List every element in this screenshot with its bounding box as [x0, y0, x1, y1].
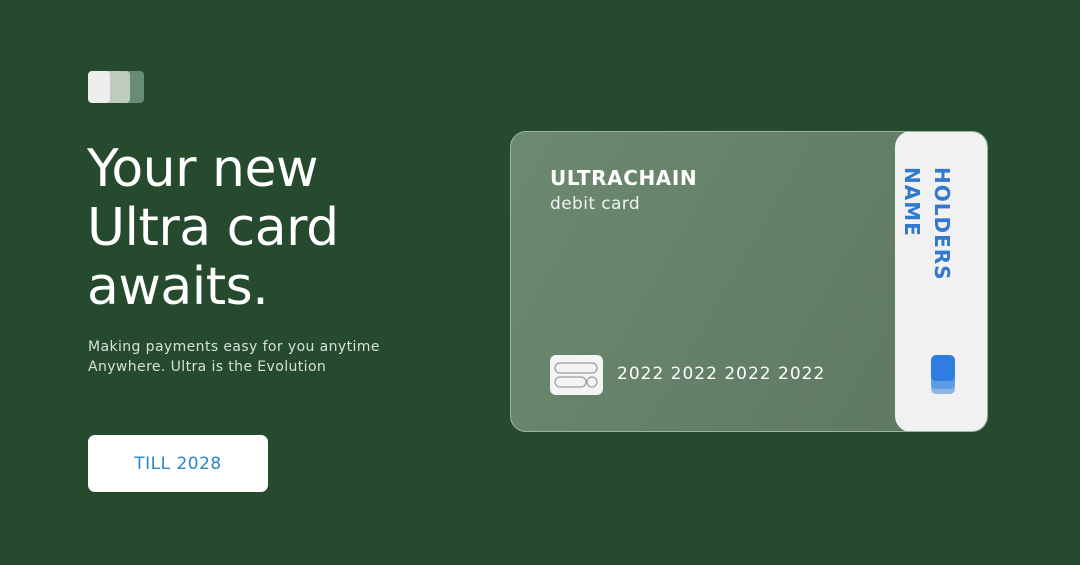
tagline-line-2: Anywhere. Ultra is the Evolution: [88, 359, 327, 375]
holder-strip: HOLDERS NAME: [895, 132, 987, 431]
tagline-line-1: Making payments easy for you anytime: [88, 339, 380, 355]
holder-name-text: HOLDERS NAME: [900, 167, 954, 281]
card-brand: ULTRACHAIN: [550, 166, 698, 190]
tagline: Making payments easy for you anytime Any…: [88, 337, 380, 377]
layers-icon: [931, 355, 955, 395]
headline-line-2: Ultra card: [87, 198, 339, 258]
card-number: 2022 2022 2022 2022: [617, 364, 826, 384]
headline-line-1: Your new: [87, 139, 319, 199]
card-chip-icon: [550, 355, 603, 395]
logo-bar-front: [88, 71, 110, 103]
card-type: debit card: [550, 194, 641, 214]
till-2028-button[interactable]: TILL 2028: [88, 435, 268, 492]
headline-line-3: awaits.: [87, 257, 269, 317]
headline: Your new Ultra card awaits.: [87, 140, 339, 317]
holder-name: HOLDERS NAME: [895, 163, 987, 283]
debit-card: ULTRACHAIN debit card 2022 2022 2022 202…: [510, 131, 988, 432]
card-stack-logo: [88, 71, 144, 103]
